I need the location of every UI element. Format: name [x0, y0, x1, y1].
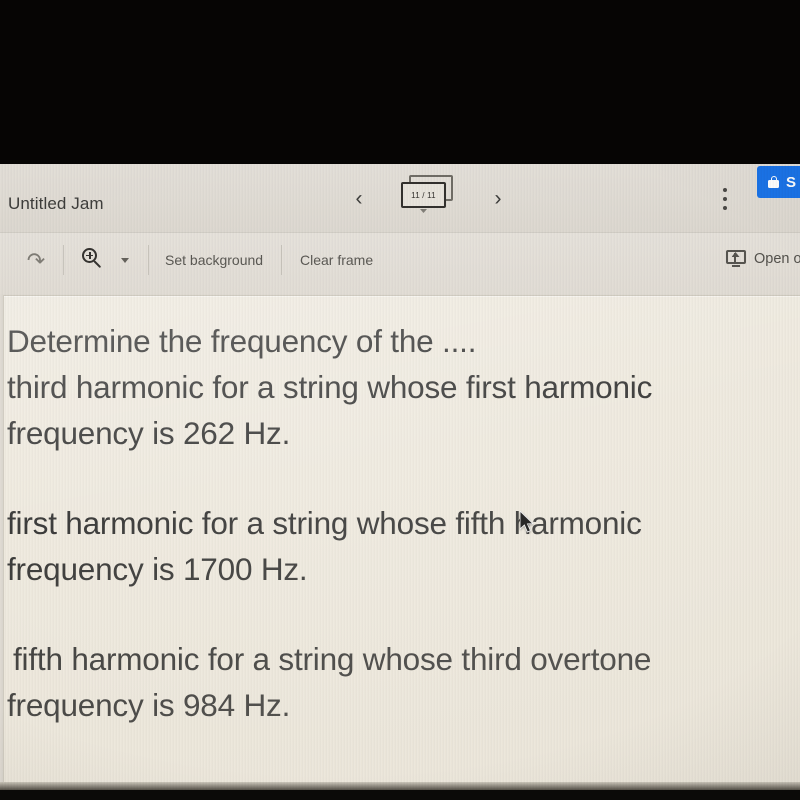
note-line: third harmonic for a string whose first … [7, 369, 653, 405]
redo-icon: ↷ [26, 248, 46, 273]
note-line: frequency is 262 Hz. [7, 415, 291, 451]
open-on-button[interactable]: Open o [726, 250, 800, 268]
more-options-button[interactable] [716, 186, 734, 212]
note-line: frequency is 1700 Hz. [7, 551, 308, 587]
note-blank-line [7, 456, 797, 500]
set-background-button[interactable]: Set background [165, 252, 263, 268]
magnifier-plus-icon [86, 254, 93, 257]
photographed-screen: Untitled Jam ‹ 11 / 11 › S ↷ Set backgro… [0, 164, 800, 790]
kebab-dot-icon [723, 188, 727, 192]
present-to-screen-icon [726, 250, 746, 268]
jamboard-header: Untitled Jam ‹ 11 / 11 › S [0, 164, 800, 232]
note-line: first harmonic for a string whose fifth … [7, 505, 642, 541]
note-blank-line [7, 592, 797, 636]
jamboard-toolbar: ↷ Set background Clear frame Open o [0, 232, 800, 294]
frame-counter-button[interactable]: 11 / 11 [399, 173, 457, 215]
chevron-right-icon: › [494, 186, 502, 210]
redo-button[interactable]: ↷ [21, 246, 51, 276]
photo-bottom-bar [0, 790, 800, 800]
kebab-dot-icon [723, 197, 727, 201]
kebab-dot-icon [723, 206, 727, 210]
jam-title[interactable]: Untitled Jam [8, 194, 104, 214]
chevron-left-icon: ‹ [355, 186, 363, 210]
screenshot-root: Untitled Jam ‹ 11 / 11 › S ↷ Set backgro… [0, 0, 800, 800]
toolbar-divider [281, 245, 282, 275]
note-line: frequency is 984 Hz. [7, 687, 291, 723]
previous-frame-button[interactable]: ‹ [344, 181, 374, 215]
frame-counter-label: 11 / 11 [411, 190, 436, 200]
share-button-label: S [786, 173, 797, 191]
magnifier-handle-icon [93, 260, 102, 269]
note-line: Determine the frequency of the .... [7, 323, 477, 359]
sticky-note-text: Determine the frequency of the .... thir… [7, 318, 797, 728]
chevron-down-icon [420, 209, 427, 213]
clear-frame-button[interactable]: Clear frame [300, 252, 373, 268]
zoom-in-button[interactable] [80, 246, 108, 274]
open-on-label: Open o [754, 251, 800, 267]
lock-icon [768, 176, 779, 188]
note-line: fifth harmonic for a string whose third … [13, 641, 652, 677]
frame-stack-front-icon: 11 / 11 [401, 182, 446, 208]
mouse-cursor-icon [520, 511, 535, 533]
jam-frame-canvas[interactable]: Determine the frequency of the .... thir… [3, 295, 800, 787]
photo-top-bar [0, 0, 800, 164]
toolbar-divider [148, 245, 149, 275]
next-frame-button[interactable]: › [483, 181, 513, 215]
share-button[interactable]: S [757, 166, 800, 198]
toolbar-divider [63, 245, 64, 275]
zoom-dropdown-caret-icon[interactable] [121, 258, 129, 263]
